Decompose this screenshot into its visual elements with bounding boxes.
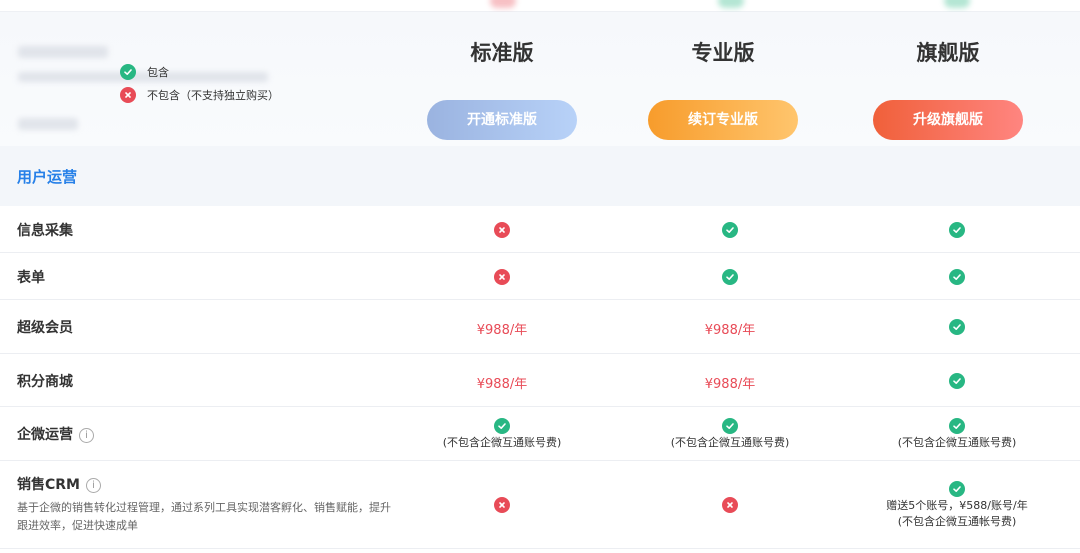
plan-cell: (不包含企微互通账号费)	[620, 418, 840, 451]
plan-cell	[620, 222, 840, 238]
check-circle-icon	[722, 418, 738, 434]
cell-note: (不包含企微互通账号费)	[442, 436, 562, 449]
info-circle-icon[interactable]: i	[79, 428, 94, 443]
plan-title: 标准版	[470, 41, 534, 65]
feature-row: 销售CRM i 基于企微的销售转化过程管理，通过系列工具实现潜客孵化、销售赋能，提升…	[0, 461, 1080, 549]
feature-row: 信息采集	[0, 206, 1080, 253]
legend: 包含 不包含（不支持独立购买）	[120, 62, 279, 108]
feature-row: 企微运营 i (不包含企微互通账号费) (不包含企微互通账号费) (不包含企微互通账号费…	[0, 407, 1080, 461]
check-circle-icon	[949, 373, 965, 389]
plan-cell: ¥988/年	[620, 319, 840, 338]
blurred-text	[18, 46, 108, 58]
plan-cell	[847, 222, 1067, 238]
plan-cell	[392, 269, 612, 285]
upgrade-flagship-button[interactable]: 升级旗舰版	[873, 100, 1023, 140]
plan-title: 旗舰版	[916, 41, 980, 65]
feature-name: 积分商城	[17, 371, 73, 391]
feature-label: 企微运营	[17, 427, 73, 443]
feature-description: 基于企微的销售转化过程管理，通过系列工具实现潜客孵化、销售赋能，提升跟进效率，促…	[17, 501, 391, 532]
check-circle-icon	[949, 222, 965, 238]
feature-row: 超级会员 ¥988/年 ¥988/年	[0, 300, 1080, 354]
feature-name: 企微运营 i	[17, 424, 94, 444]
cell-note: (不包含企微互通账号费)	[670, 436, 790, 449]
info-circle-icon[interactable]: i	[86, 478, 101, 493]
section-title: 用户运营	[17, 168, 78, 186]
plan-cell: (不包含企微互通账号费)	[847, 418, 1067, 451]
blurred-check-icon	[944, 0, 970, 8]
legend-excluded-label: 不包含（不支持独立购买）	[147, 89, 279, 102]
feature-label: 超级会员	[17, 320, 73, 336]
cross-circle-icon	[494, 269, 510, 285]
feature-row: 积分商城 ¥988/年 ¥988/年	[0, 354, 1080, 407]
plan-cell	[847, 373, 1067, 389]
check-circle-icon	[949, 269, 965, 285]
plan-title: 专业版	[691, 41, 755, 65]
check-circle-icon	[949, 319, 965, 335]
legend-included: 包含	[120, 62, 279, 82]
cell-note: (不包含企微互通帐号费)	[897, 515, 1017, 528]
plan-cell: ¥988/年	[620, 373, 840, 392]
feature-label: 表单	[17, 269, 45, 286]
plan-cell: ¥988/年	[392, 373, 612, 392]
cross-circle-icon	[120, 87, 136, 103]
plan-cell	[392, 222, 612, 238]
plan-flagship: 旗舰版 升级旗舰版	[838, 24, 1058, 140]
cross-circle-icon	[494, 497, 510, 513]
previous-row-strip	[0, 0, 1080, 12]
plan-cell: (不包含企微互通账号费)	[392, 418, 612, 451]
addon-price: ¥988/年	[476, 377, 528, 392]
addon-price: ¥988/年	[704, 377, 756, 392]
blurred-text	[18, 118, 78, 130]
plan-cell	[392, 497, 612, 513]
check-circle-icon	[120, 64, 136, 80]
cell-note: (不包含企微互通账号费)	[897, 436, 1017, 449]
addon-price: ¥988/年	[704, 323, 756, 338]
feature-name: 表单	[17, 267, 45, 287]
blurred-check-icon	[718, 0, 744, 8]
plan-professional: 专业版 续订专业版	[613, 24, 833, 140]
plan-cell	[620, 497, 840, 513]
feature-label: 销售CRM	[17, 477, 80, 493]
cross-circle-icon	[722, 497, 738, 513]
renew-professional-button[interactable]: 续订专业版	[648, 100, 798, 140]
check-circle-icon	[949, 481, 965, 497]
cross-circle-icon	[494, 222, 510, 238]
addon-price: ¥988/年	[476, 323, 528, 338]
legend-included-label: 包含	[147, 66, 169, 79]
plan-cell	[847, 269, 1067, 285]
check-circle-icon	[722, 269, 738, 285]
blurred-cross-icon	[490, 0, 516, 8]
feature-name: 超级会员	[17, 317, 73, 337]
feature-label: 信息采集	[17, 222, 73, 239]
plan-standard: 标准版 开通标准版	[392, 24, 612, 140]
plan-header: 包含 不包含（不支持独立购买） 标准版 开通标准版 专业版 续订专业版 旗舰版 …	[0, 12, 1080, 146]
check-circle-icon	[722, 222, 738, 238]
feature-name: 信息采集	[17, 220, 73, 240]
feature-name: 销售CRM i	[17, 474, 101, 494]
open-standard-button[interactable]: 开通标准版	[427, 100, 577, 140]
plan-cell: ¥988/年	[392, 319, 612, 338]
check-circle-icon	[494, 418, 510, 434]
plan-cell	[620, 269, 840, 285]
check-circle-icon	[949, 418, 965, 434]
plan-cell	[847, 319, 1067, 335]
plan-cell: 赠送5个账号，¥588/账号/年 (不包含企微互通帐号费)	[847, 481, 1067, 530]
feature-label: 积分商城	[17, 373, 73, 390]
section-user-operations: 用户运营	[0, 146, 1080, 206]
feature-row: 表单	[0, 253, 1080, 300]
legend-excluded: 不包含（不支持独立购买）	[120, 85, 279, 105]
cell-note: 赠送5个账号，¥588/账号/年	[886, 499, 1028, 512]
